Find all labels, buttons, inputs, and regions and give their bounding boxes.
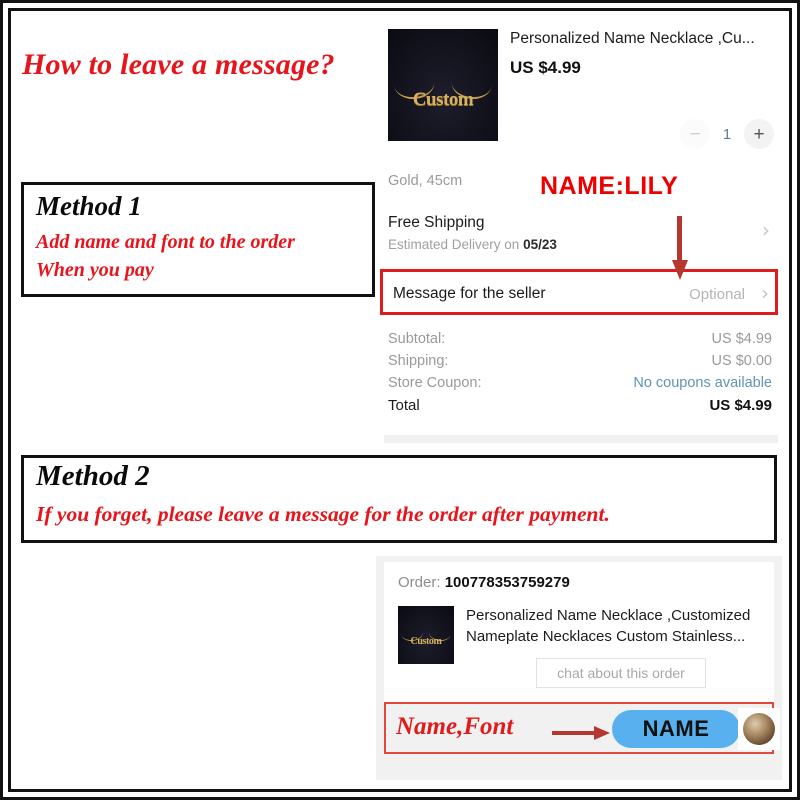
necklace-nameplate-text: Custom [412, 89, 474, 110]
order-id-label: Order: [398, 574, 445, 591]
quantity-stepper[interactable]: − 1 + [680, 119, 774, 149]
product-row: Custom Personalized Name Necklace ,Cu...… [384, 29, 778, 159]
chat-message-text: NAME [642, 716, 710, 741]
summary-value: US $4.99 [709, 397, 772, 414]
message-optional-value: Optional [689, 286, 745, 303]
product-price: US $4.99 [510, 58, 581, 78]
chevron-right-icon[interactable]: › [762, 220, 770, 240]
page-title: How to leave a message? [22, 48, 335, 81]
product-image: Custom [388, 29, 498, 141]
shipping-estimate-date: 05/23 [523, 237, 557, 252]
summary-row-shipping: Shipping: US $0.00 [388, 353, 772, 369]
order-screenshot: Order: 100778353759279 Custom Personaliz… [376, 556, 782, 780]
method-1-heading: Method 1 [36, 191, 142, 221]
method-2-heading: Method 2 [36, 460, 150, 492]
summary-row-total: Total US $4.99 [388, 397, 772, 414]
method-1-line-2: When you pay [36, 259, 154, 281]
order-product-title: Personalized Name Necklace ,Customized N… [466, 607, 751, 645]
order-product-image: Custom [398, 606, 454, 664]
product-title: Personalized Name Necklace ,Cu... [510, 30, 755, 47]
quantity-decrease-button[interactable]: − [680, 119, 710, 149]
summary-value[interactable]: No coupons available [633, 375, 772, 391]
method-1-line-1: Add name and font to the order [36, 231, 295, 253]
order-id: Order: 100778353759279 [398, 574, 570, 591]
method-2-line-1: If you forget, please leave a message fo… [36, 502, 610, 526]
avatar-container [738, 708, 780, 750]
quantity-value: 1 [722, 125, 732, 143]
checkout-screenshot: Custom Personalized Name Necklace ,Cu...… [376, 11, 782, 443]
summary-row-subtotal: Subtotal: US $4.99 [388, 331, 772, 347]
order-id-number: 100778353759279 [444, 574, 570, 591]
summary-label: Shipping: [388, 353, 449, 369]
shipping-estimate: Estimated Delivery on 05/23 [388, 237, 772, 252]
shipping-title: Free Shipping [388, 214, 485, 231]
summary-value: US $0.00 [711, 353, 772, 369]
quantity-increase-button[interactable]: + [744, 119, 774, 149]
chat-about-order-button[interactable]: chat about this order [536, 658, 706, 688]
message-for-seller-label: Message for the seller [393, 285, 546, 302]
summary-row-store-coupon[interactable]: Store Coupon: No coupons available [388, 375, 772, 391]
summary-value: US $4.99 [711, 331, 772, 347]
summary-label: Subtotal: [388, 331, 446, 347]
avatar [743, 713, 775, 745]
chevron-right-icon[interactable]: › [761, 283, 769, 303]
annotation-name-lily: NAME:LILY [540, 172, 679, 200]
chat-message-bubble: NAME [612, 710, 740, 748]
annotation-arrow-right-icon [552, 726, 612, 740]
shipping-row[interactable]: Free Shipping Estimated Delivery on 05/2… [388, 214, 772, 252]
message-for-seller-row[interactable]: Message for the seller Optional › [380, 269, 778, 315]
product-variant: Gold, 45cm [388, 173, 463, 189]
panel-divider [384, 435, 778, 443]
price-summary: Subtotal: US $4.99 Shipping: US $0.00 St… [388, 331, 772, 420]
summary-label: Total [388, 397, 420, 414]
summary-label: Store Coupon: [388, 375, 482, 391]
chat-annotation-box: Name,Font NAME [384, 702, 780, 754]
method-2-box: Method 2 If you forget, please leave a m… [21, 455, 777, 543]
product-info: Personalized Name Necklace ,Cu... US $4.… [510, 29, 778, 78]
shipping-estimate-prefix: Estimated Delivery on [388, 237, 524, 252]
annotation-name-font: Name,Font [396, 713, 514, 740]
chat-bubble-tail [725, 733, 739, 745]
method-1-box: Method 1 Add name and font to the order … [21, 182, 375, 297]
annotation-arrow-down-icon [672, 216, 688, 282]
order-card: Order: 100778353759279 Custom Personaliz… [384, 562, 774, 720]
necklace-nameplate-text: Custom [410, 636, 442, 647]
